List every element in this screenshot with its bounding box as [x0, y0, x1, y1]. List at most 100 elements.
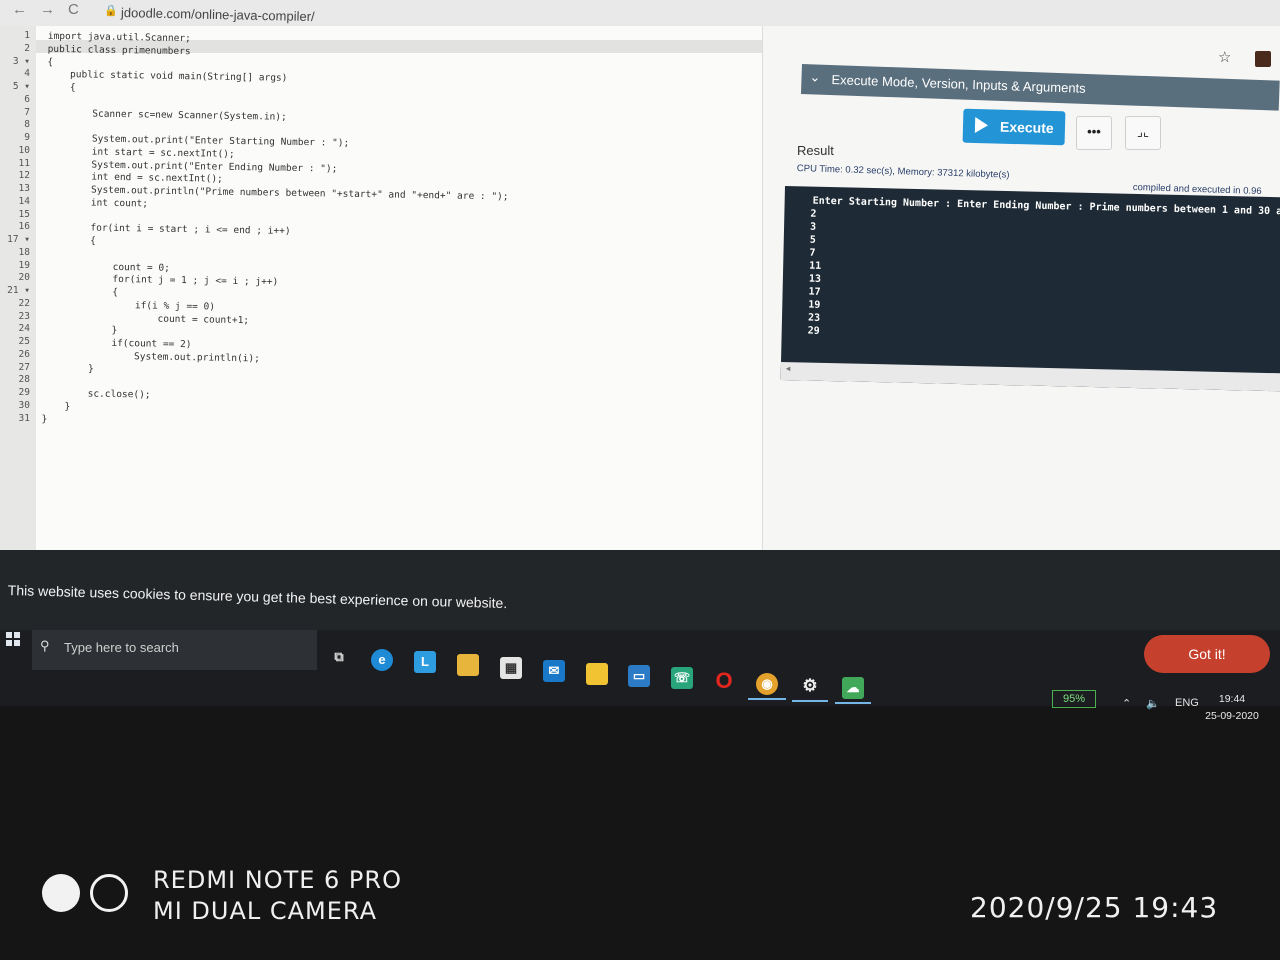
- reload-button[interactable]: C: [68, 1, 79, 18]
- cloud-app-icon[interactable]: ☁: [842, 677, 864, 699]
- cloud-active-indicator: [835, 702, 871, 704]
- line-number: 27: [18, 361, 30, 373]
- camera-logo-ring: [90, 874, 128, 912]
- taskbar-clock[interactable]: 19:44 25-09-2020: [1200, 693, 1264, 722]
- address-bar[interactable]: jdoodle.com/online-java-compiler/: [121, 5, 315, 24]
- line-number: 5 ▾: [12, 81, 30, 92]
- l-app-icon[interactable]: L: [414, 651, 436, 673]
- line-number: 19: [18, 259, 30, 271]
- line-number: 22: [18, 297, 30, 309]
- settings-active-indicator: [792, 700, 828, 702]
- execute-button-label: Execute: [999, 118, 1054, 137]
- chrome-icon[interactable]: ◉: [756, 673, 778, 695]
- code-line: {: [47, 56, 54, 68]
- line-number-gutter: 123 ▾ 4 5 ▾ 6 7 8 9 10 11 12 13 14 15 16 17 ▾ 18 19 20 21 …: [0, 26, 36, 566]
- execute-mode-label: Execute Mode, Version, Inputs & Argument…: [831, 72, 1086, 96]
- mail-icon[interactable]: ✉: [543, 660, 565, 682]
- got-it-button[interactable]: Got it!: [1144, 635, 1270, 673]
- output-number: 2: [810, 208, 817, 220]
- line-number: 1: [24, 30, 30, 41]
- output-number: 3: [809, 221, 817, 233]
- photo-timestamp: 2020/9/25 19:43: [970, 891, 1219, 924]
- line-number: 23: [18, 310, 30, 322]
- line-number: 2: [24, 42, 30, 54]
- code-line: count = 0;: [43, 260, 170, 274]
- code-line: }: [42, 362, 94, 375]
- store-icon[interactable]: ▦: [500, 657, 522, 679]
- windows-start-icon[interactable]: [6, 632, 20, 646]
- line-number: 14: [18, 195, 30, 207]
- line-number: 21 ▾: [7, 285, 30, 296]
- extension-icon[interactable]: [1255, 51, 1271, 67]
- code-line: sc.close();: [41, 387, 151, 401]
- file-explorer-icon[interactable]: [457, 654, 479, 676]
- browser-toolbar: ← → C 🔒 jdoodle.com/online-java-compiler…: [0, 0, 1280, 27]
- clock-time: 19:44: [1218, 693, 1246, 705]
- more-options-button[interactable]: •••: [1076, 116, 1112, 150]
- output-number: 29: [807, 325, 820, 337]
- line-number: 3 ▾: [12, 55, 30, 67]
- line-number: 26: [18, 348, 30, 360]
- output-number: 11: [809, 260, 822, 272]
- search-placeholder: Type here to search: [64, 640, 179, 655]
- line-number: 30: [18, 399, 30, 411]
- taskbar-search-input[interactable]: ⚲ Type here to search: [32, 630, 317, 670]
- code-line: }: [42, 324, 118, 337]
- output-number: 17: [808, 286, 821, 298]
- code-line: }: [41, 400, 71, 412]
- device-name: REDMI NOTE 6 PRO: [153, 866, 402, 894]
- code-editor[interactable]: 123 ▾ 4 5 ▾ 6 7 8 9 10 11 12 13 14 15 16 17 ▾ 18 19 20 21 …: [0, 26, 763, 566]
- cookie-banner: This website uses cookies to ensure you …: [0, 550, 1280, 630]
- code-line: if(i % j == 0): [43, 298, 216, 313]
- back-button[interactable]: ←: [12, 1, 27, 18]
- edge-icon[interactable]: e: [371, 649, 393, 671]
- line-number: 10: [18, 144, 30, 156]
- line-number: 4: [24, 68, 30, 80]
- chevron-up-icon[interactable]: ⌃: [1122, 697, 1131, 710]
- compress-icon[interactable]: ⌟⌞: [1125, 116, 1161, 150]
- star-icon[interactable]: ☆: [1218, 48, 1231, 66]
- line-number: 18: [18, 246, 30, 258]
- line-number: 7: [24, 106, 30, 118]
- line-number: 6: [24, 93, 30, 105]
- battery-indicator[interactable]: 95%: [1052, 690, 1096, 708]
- line-number: 24: [18, 323, 30, 335]
- code-line: public class primenumbers: [47, 43, 191, 57]
- chrome-active-indicator: [748, 698, 786, 700]
- code-line: public static void main(String[] args): [47, 69, 288, 85]
- execute-button[interactable]: Execute: [962, 108, 1066, 146]
- forward-button[interactable]: →: [40, 1, 55, 18]
- output-number: 5: [809, 234, 816, 246]
- chevron-down-icon: ⌄: [809, 69, 821, 85]
- code-line: {: [46, 81, 76, 94]
- volume-icon[interactable]: 🔈: [1146, 697, 1160, 710]
- output-number: 19: [808, 299, 821, 311]
- code-line: count = count+1;: [43, 311, 250, 326]
- line-number: 12: [18, 170, 30, 182]
- code-line: if(count == 2): [42, 336, 192, 351]
- output-number: 7: [809, 247, 816, 259]
- line-number: 11: [18, 157, 30, 169]
- clock-date: 25-09-2020: [1205, 710, 1259, 722]
- line-number: 31: [18, 412, 30, 424]
- code-line: Scanner sc=new Scanner(System.in);: [46, 107, 287, 123]
- camera-logo-filled: [42, 874, 80, 912]
- sticky-notes-icon[interactable]: [586, 663, 608, 685]
- line-number: 9: [24, 132, 30, 143]
- code-line: import java.util.Scanner;: [47, 30, 191, 45]
- line-number: 15: [18, 208, 30, 220]
- line-number: 8: [24, 119, 30, 131]
- code-line: {: [43, 285, 119, 298]
- code-line: int start = sc.nextInt();: [45, 145, 235, 160]
- calendar-icon[interactable]: ▭: [628, 665, 650, 687]
- whatsapp-icon[interactable]: ☏: [671, 667, 693, 689]
- camera-name: MI DUAL CAMERA: [153, 897, 378, 925]
- opera-icon[interactable]: O: [713, 670, 735, 692]
- code-line: }: [41, 413, 48, 425]
- language-indicator[interactable]: ENG: [1175, 697, 1199, 709]
- lock-icon: 🔒: [104, 5, 118, 17]
- settings-gear-icon[interactable]: ⚙: [799, 675, 821, 697]
- task-view-icon[interactable]: ⧉: [328, 646, 350, 668]
- output-number: 23: [807, 312, 821, 324]
- line-number: 16: [18, 221, 30, 233]
